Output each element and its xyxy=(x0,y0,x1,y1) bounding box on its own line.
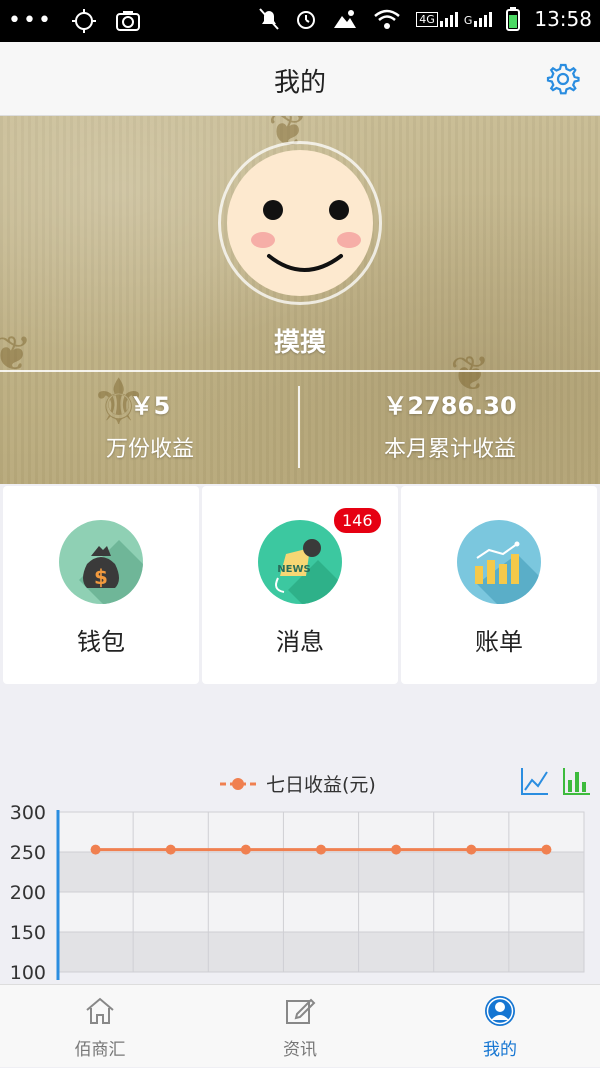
data-point xyxy=(165,844,176,855)
stat-monthly-earnings: ￥2786.30 本月累计收益 xyxy=(300,386,600,463)
money-bag-icon: $ xyxy=(59,520,143,604)
tile-bills[interactable]: 账单 xyxy=(401,486,597,684)
stat-label: 万份收益 xyxy=(105,437,194,462)
tab-label: 我的 xyxy=(483,1040,517,1060)
profile-header: ❦ ❦ ❦ ⚜ 摸摸 ￥5 万份收益 ￥2786.30 本月累计收益 xyxy=(0,116,600,484)
divider xyxy=(0,370,600,372)
bar-chart-icon xyxy=(457,520,541,604)
tab-label: 资讯 xyxy=(283,1040,317,1060)
tile-label: 消息 xyxy=(276,628,324,656)
seven-day-earnings-chart: 七日收益(元) 300 250 200 150 100 xyxy=(0,750,600,990)
y-tick-label: 150 xyxy=(10,922,46,944)
gear-icon[interactable] xyxy=(546,62,580,96)
y-tick-label: 250 xyxy=(10,842,46,864)
grid-band xyxy=(58,852,584,892)
stat-value: ￥5 xyxy=(129,392,171,420)
svg-text:NEWS: NEWS xyxy=(277,564,310,575)
user-icon xyxy=(485,996,515,1026)
y-tick-label: 300 xyxy=(10,802,46,824)
network-g-label: G xyxy=(463,13,473,27)
tab-mine[interactable]: 我的 xyxy=(400,985,600,1068)
unread-count-badge: 146 xyxy=(334,508,381,533)
network-4g-label: 4G xyxy=(416,11,438,27)
smiley-avatar-icon xyxy=(227,150,373,296)
tile-label: 账单 xyxy=(475,628,523,656)
stat-value: ￥2786.30 xyxy=(383,392,517,420)
data-point xyxy=(90,844,101,855)
signal-icon: 4G G xyxy=(416,11,493,27)
location-target-icon xyxy=(71,9,96,33)
avatar[interactable] xyxy=(218,141,382,305)
grid-band xyxy=(58,932,584,972)
tab-news[interactable]: 资讯 xyxy=(200,985,400,1068)
data-point xyxy=(316,844,326,855)
tile-label: 钱包 xyxy=(77,628,125,656)
data-point xyxy=(391,844,402,855)
tab-home[interactable]: 佰商汇 xyxy=(0,985,200,1068)
y-tick-label: 100 xyxy=(10,962,46,984)
stat-per-10k-earnings: ￥5 万份收益 xyxy=(0,386,300,463)
username: 摸摸 xyxy=(273,328,326,358)
bottom-tab-bar: 佰商汇 资讯 我的 xyxy=(0,984,600,1067)
data-point xyxy=(466,844,477,855)
camera-icon xyxy=(115,11,140,31)
feature-grid: $ 钱包 NEWS 146 消息 账单 xyxy=(0,484,600,686)
app-header: 我的 xyxy=(0,42,600,116)
tab-label: 佰商汇 xyxy=(74,1040,126,1060)
alarm-icon xyxy=(297,11,316,29)
data-point xyxy=(541,844,552,855)
wifi-icon xyxy=(374,9,401,29)
tile-messages[interactable]: NEWS 146 消息 xyxy=(202,486,398,684)
news-microphone-icon: NEWS xyxy=(258,520,342,604)
edit-icon xyxy=(286,998,316,1024)
status-time: 13:58 xyxy=(534,7,592,31)
battery-icon xyxy=(506,7,521,31)
tile-wallet[interactable]: $ 钱包 xyxy=(3,486,199,684)
mute-icon xyxy=(259,8,280,30)
weather-icon xyxy=(334,10,357,28)
status-bar: ••• 4G G 13:58 xyxy=(0,0,600,42)
home-icon xyxy=(86,997,114,1024)
chart-plot: 300 250 200 150 100 xyxy=(10,802,585,984)
svg-text:$: $ xyxy=(94,565,108,589)
data-point xyxy=(240,844,251,855)
page-title: 我的 xyxy=(273,68,326,98)
stat-label: 本月累计收益 xyxy=(383,437,516,462)
more-dots-icon: ••• xyxy=(8,8,53,33)
y-tick-label: 200 xyxy=(10,882,46,904)
